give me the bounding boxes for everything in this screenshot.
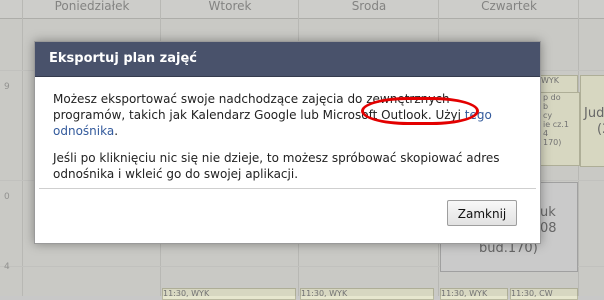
- dialog-title: Eksportuj plan zajęć: [35, 42, 540, 77]
- dialog-divider: [39, 188, 536, 189]
- highlight-ellipse: [361, 97, 479, 125]
- copy-link-hint: Jeśli po kliknięciu nic się nie dzieje, …: [53, 151, 500, 181]
- export-description-end: .: [114, 124, 119, 138]
- export-dialog: Eksportuj plan zajęć Możesz eksportować …: [34, 41, 541, 244]
- dialog-body: Możesz eksportować swoje nadchodzące zaj…: [35, 77, 540, 182]
- close-button[interactable]: Zamknij: [447, 200, 517, 226]
